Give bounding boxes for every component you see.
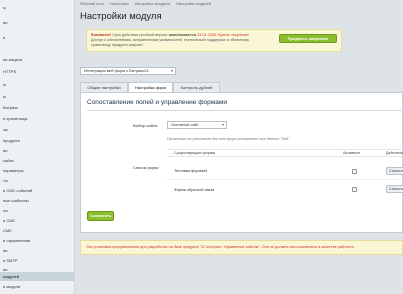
notice-text-3: Доступ к обновлениям, исправлениям уязви… — [91, 38, 230, 43]
sidebar-item[interactable]: СМС — [0, 226, 74, 235]
sidebar-item[interactable]: и СМС — [0, 216, 74, 225]
row-divider — [167, 179, 403, 180]
sidebar-item[interactable]: ы — [0, 80, 74, 89]
column-header: Существующие формы — [174, 151, 216, 155]
sidebar-item[interactable]: ии — [0, 146, 74, 155]
notice-date: 23.04.2025. — [197, 33, 218, 37]
notice-text: Внимание! Срок действия пробной версии з… — [91, 33, 267, 49]
hint-text: Применимо по умолчанию для всех форм уст… — [167, 137, 290, 141]
sidebar-item[interactable]: и оформления — [0, 236, 74, 245]
chevron-down-icon: ▾ — [170, 68, 173, 73]
divider — [87, 110, 403, 111]
sidebar-item[interactable]: ая защита — [0, 55, 74, 64]
sidebar-item[interactable]: продукта — [0, 136, 74, 145]
dev-install-warning: Эта установка предназначена для разработ… — [80, 240, 403, 255]
notice-expires: заканчивается — [168, 33, 196, 37]
sidebar-item[interactable]: и модуля — [0, 282, 74, 291]
active-checkbox[interactable] — [352, 169, 357, 174]
tab-duplicate-control[interactable]: Контроль дублей — [173, 82, 220, 92]
chevron-down-icon: ▾ — [221, 122, 224, 127]
sidebar-item-active[interactable]: модулей — [0, 272, 74, 281]
save-button[interactable]: Сохранить — [87, 211, 114, 221]
breadcrumb-item[interactable]: Настройки модулей — [176, 2, 211, 6]
table-header: Существующие формы Активные Действия — [167, 149, 403, 157]
notice-strong: Внимание! — [91, 33, 112, 37]
forms-label: Список форм: — [133, 165, 160, 170]
sidebar-item[interactable]: ы — [0, 92, 74, 101]
form-name: Тестовая форма#4 — [174, 169, 208, 173]
column-header: Действия — [386, 151, 403, 155]
settings-panel: Сопоставление полей и управление формами… — [80, 92, 403, 233]
sidebar-item[interactable]: ля — [0, 206, 74, 215]
sidebar-item[interactable]: и — [0, 33, 74, 42]
breadcrumb: Рабочий стол Настройки Настройки продукт… — [80, 2, 400, 8]
sidebar: ы ия и ая защита HTTPS ы ы Битрикс и хра… — [0, 0, 75, 294]
site-select-value: Основной сайт — [171, 122, 199, 127]
page-title: Настройки модуля — [80, 11, 162, 22]
license-notice: Внимание! Срок действия пробной версии з… — [86, 29, 342, 52]
sidebar-item[interactable]: и СМС событий — [0, 186, 74, 195]
column-header: Активные — [343, 151, 361, 155]
sidebar-item[interactable]: зы — [0, 125, 74, 134]
sidebar-item[interactable]: ты — [0, 176, 74, 185]
notice-link[interactable]: Купить лицензию — [218, 33, 248, 37]
map-fields-button[interactable]: Сопоставить — [386, 185, 403, 193]
site-select[interactable]: Основной сайт ▾ — [167, 121, 227, 129]
sidebar-item[interactable]: сайта — [0, 156, 74, 165]
sidebar-item[interactable]: и SMTP — [0, 256, 74, 265]
sidebar-item[interactable]: ия — [0, 18, 74, 27]
sidebar-item[interactable]: ы — [0, 3, 74, 12]
sidebar-item[interactable]: и хранилища — [0, 114, 74, 123]
module-select[interactable]: Интеграция веб форм с Битрикс24 ▾ — [80, 67, 176, 75]
breadcrumb-item[interactable]: Рабочий стол — [80, 2, 104, 6]
breadcrumb-item[interactable]: Настройки — [110, 2, 129, 6]
map-fields-button[interactable]: Сопоставить — [386, 167, 403, 175]
active-checkbox[interactable] — [352, 187, 357, 192]
section-title: Сопоставление полей и управление формами — [87, 99, 227, 106]
sidebar-item[interactable]: HTTPS — [0, 67, 74, 76]
renew-license-button[interactable]: Продлить лицензию — [279, 34, 337, 43]
tab-general-settings[interactable]: Общие настройки — [80, 82, 128, 92]
breadcrumb-item[interactable]: Настройки продукта — [135, 2, 171, 6]
notice-text-1: Срок действия пробной версии — [112, 33, 168, 37]
sidebar-item[interactable]: параметры — [0, 166, 74, 175]
sidebar-item[interactable]: ные шаблоны — [0, 196, 74, 205]
sidebar-item[interactable]: Битрикс — [0, 103, 74, 112]
site-label: Выбор сайта: — [133, 123, 158, 128]
form-name: Форма обратной связи — [174, 188, 215, 192]
sidebar-item[interactable]: ия — [0, 246, 74, 255]
star-icon[interactable]: ☆ — [152, 12, 159, 22]
module-select-value: Интеграция веб форм с Битрикс24 — [84, 68, 149, 73]
